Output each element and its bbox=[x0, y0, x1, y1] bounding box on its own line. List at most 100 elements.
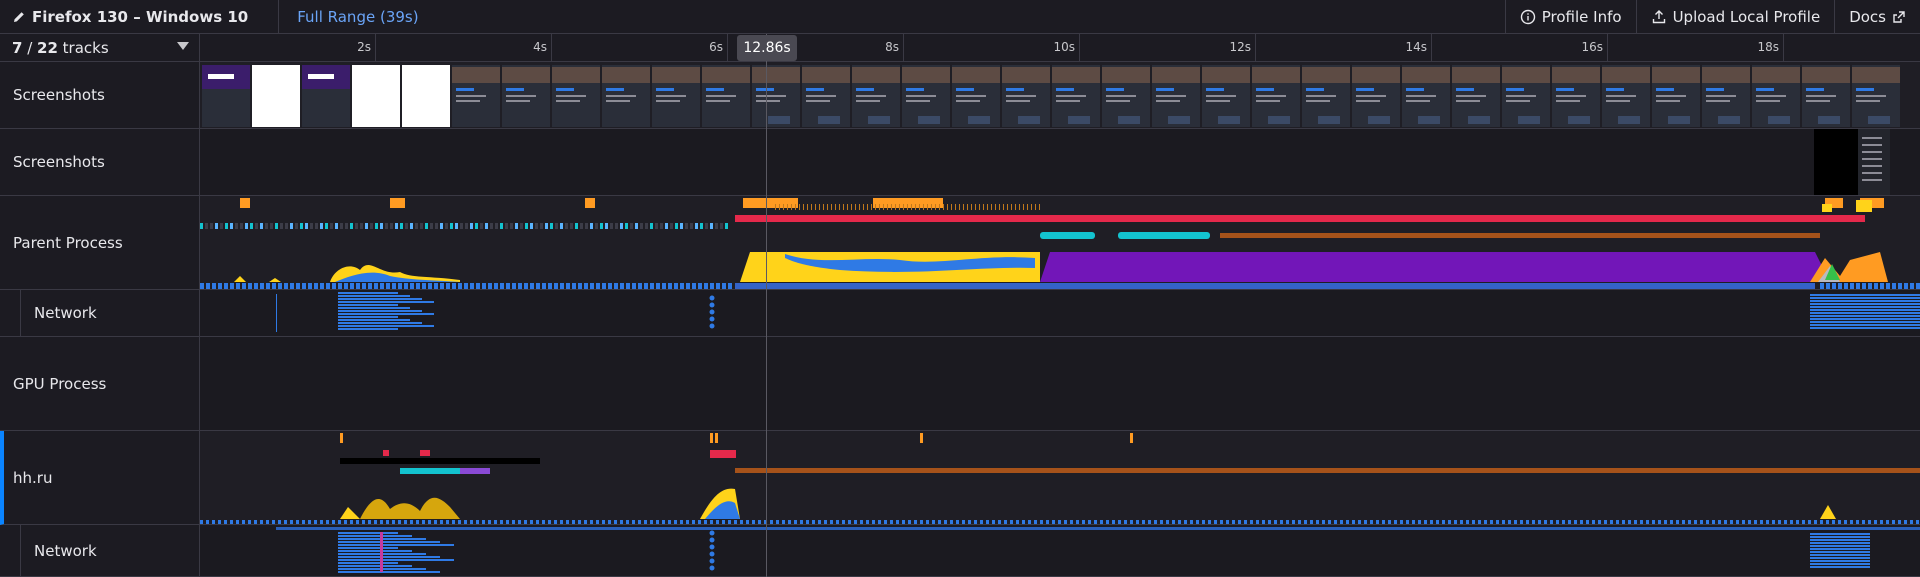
screenshot-thumbnail bbox=[1552, 65, 1600, 127]
screenshot-thumbnail bbox=[752, 65, 800, 127]
screenshot-filmstrip bbox=[202, 65, 1900, 127]
gpu-process-track[interactable] bbox=[200, 337, 1920, 431]
screenshot-thumbnail bbox=[1602, 65, 1650, 127]
upload-icon bbox=[1652, 10, 1665, 24]
screenshot-thumbnail bbox=[1652, 65, 1700, 127]
screenshot-thumbnail bbox=[802, 65, 850, 127]
screenshot-thumbnail bbox=[952, 65, 1000, 127]
screenshot-thumbnail bbox=[1102, 65, 1150, 127]
screenshot-thumbnail bbox=[1202, 65, 1250, 127]
track-label-screenshots-2[interactable]: Screenshots bbox=[0, 129, 200, 196]
screenshot-thumbnail bbox=[1502, 65, 1550, 127]
timeline-tick: 10s bbox=[904, 34, 1080, 62]
screenshot-thumbnail bbox=[602, 65, 650, 127]
upload-label: Upload Local Profile bbox=[1672, 8, 1821, 26]
total-track-count: 22 bbox=[37, 38, 58, 57]
cpu-graph bbox=[234, 252, 1888, 282]
timeline-hover-line bbox=[766, 34, 767, 577]
docs-label: Docs bbox=[1849, 8, 1886, 26]
screenshot-thumbnail bbox=[1402, 65, 1450, 127]
chevron-down-icon bbox=[177, 42, 189, 50]
screenshot-thumbnail bbox=[1752, 65, 1800, 127]
profiler-app: Firefox 130 – Windows 10 Full Range (39s… bbox=[0, 0, 1920, 577]
network-request-bars bbox=[276, 292, 1920, 332]
screenshots-track-1[interactable] bbox=[200, 62, 1920, 129]
hh-activity-cyan bbox=[400, 468, 460, 474]
profile-title[interactable]: Firefox 130 – Windows 10 bbox=[0, 8, 248, 26]
track-label-network-2[interactable]: Network bbox=[0, 525, 200, 577]
screenshot-thumbnail bbox=[552, 65, 600, 127]
screenshot-thumbnail bbox=[302, 65, 350, 127]
network-requests-graph-2 bbox=[276, 527, 1920, 573]
screenshot-thumbnail bbox=[1702, 65, 1750, 127]
screenshot-thumbnail bbox=[402, 65, 450, 127]
screenshot-thumbnail bbox=[1252, 65, 1300, 127]
hh-activity-purple bbox=[460, 468, 490, 474]
network-track-1[interactable] bbox=[200, 290, 1920, 337]
timeline-tick: 14s bbox=[1256, 34, 1432, 62]
timeline-tick: 16s bbox=[1432, 34, 1608, 62]
screenshot-thumbnail bbox=[202, 65, 250, 127]
upload-profile-button[interactable]: Upload Local Profile bbox=[1635, 0, 1835, 34]
screenshot-thumbnail bbox=[1814, 129, 1890, 195]
red-marker-band bbox=[735, 215, 1865, 222]
timeline-tick: 6s bbox=[552, 34, 728, 62]
screenshot-thumbnail bbox=[252, 65, 300, 127]
track-label-screenshots-1[interactable]: Screenshots bbox=[0, 62, 200, 129]
timeline-tick: 4s bbox=[376, 34, 552, 62]
docs-link[interactable]: Docs bbox=[1834, 0, 1920, 34]
screenshot-thumbnail bbox=[702, 65, 750, 127]
screenshot-thumbnail bbox=[1802, 65, 1850, 127]
timeline-tick: 2s bbox=[200, 34, 376, 62]
track-label-gpu-process[interactable]: GPU Process bbox=[0, 337, 200, 431]
hh-activity-black bbox=[340, 458, 540, 464]
track-label-hh-ru[interactable]: hh.ru bbox=[0, 431, 200, 525]
screenshot-thumbnail bbox=[1002, 65, 1050, 127]
profile-info-button[interactable]: Profile Info bbox=[1504, 0, 1636, 34]
top-actions: Profile Info Upload Local Profile Docs bbox=[1504, 0, 1920, 34]
info-icon bbox=[1520, 9, 1535, 25]
network-requests-graph bbox=[276, 292, 1920, 332]
screenshot-thumbnail bbox=[1152, 65, 1200, 127]
full-range-breadcrumb[interactable]: Full Range (39s) bbox=[278, 0, 419, 34]
screenshot-thumbnail bbox=[352, 65, 400, 127]
screenshot-thumbnail bbox=[652, 65, 700, 127]
profile-title-text: Firefox 130 – Windows 10 bbox=[32, 7, 249, 26]
track-count-suffix: tracks bbox=[57, 38, 109, 57]
hh-ru-track[interactable] bbox=[200, 431, 1920, 525]
network-track-2[interactable] bbox=[200, 525, 1920, 577]
external-link-icon bbox=[1893, 11, 1905, 23]
screenshot-thumbnail bbox=[1352, 65, 1400, 127]
top-bar: Firefox 130 – Windows 10 Full Range (39s… bbox=[0, 0, 1920, 34]
hh-activity-band bbox=[735, 468, 1920, 473]
screenshot-filmstrip-2 bbox=[1814, 129, 1890, 195]
sample-strip bbox=[200, 283, 1920, 289]
hover-time-indicator: 12.86s bbox=[737, 35, 797, 61]
profile-info-label: Profile Info bbox=[1541, 8, 1622, 26]
track-label-network-1[interactable]: Network bbox=[0, 290, 200, 337]
network-request-bars bbox=[276, 527, 1920, 573]
visible-track-count: 7 bbox=[12, 38, 23, 57]
cpu-graph bbox=[340, 488, 1836, 519]
pencil-icon bbox=[14, 11, 24, 22]
timeline-tick: 12s bbox=[1080, 34, 1256, 62]
screenshot-thumbnail bbox=[902, 65, 950, 127]
gpu-activity-graph bbox=[200, 337, 1920, 431]
screenshots-track-2[interactable] bbox=[200, 129, 1920, 196]
screenshot-thumbnail bbox=[452, 65, 500, 127]
track-count-button[interactable]: 7 / 22 tracks bbox=[0, 34, 200, 62]
screenshot-thumbnail bbox=[1302, 65, 1350, 127]
activity-strip bbox=[200, 223, 1820, 239]
timeline-ruler[interactable]: 2s4s6s8s10s12s14s16s18s20s22s24s26s28s30… bbox=[200, 34, 1920, 62]
screenshot-thumbnail bbox=[852, 65, 900, 127]
screenshot-thumbnail bbox=[1852, 65, 1900, 127]
marker-lane bbox=[240, 198, 1884, 212]
screenshot-thumbnail bbox=[1452, 65, 1500, 127]
marker-lane bbox=[340, 433, 1133, 458]
screenshot-thumbnail bbox=[1052, 65, 1100, 127]
track-count-separator: / bbox=[22, 38, 38, 57]
hh-ru-activity-graph bbox=[200, 433, 1920, 524]
timeline-tick: 20s bbox=[1784, 34, 1920, 62]
track-label-parent-process[interactable]: Parent Process bbox=[0, 196, 200, 290]
parent-process-track[interactable] bbox=[200, 196, 1920, 290]
